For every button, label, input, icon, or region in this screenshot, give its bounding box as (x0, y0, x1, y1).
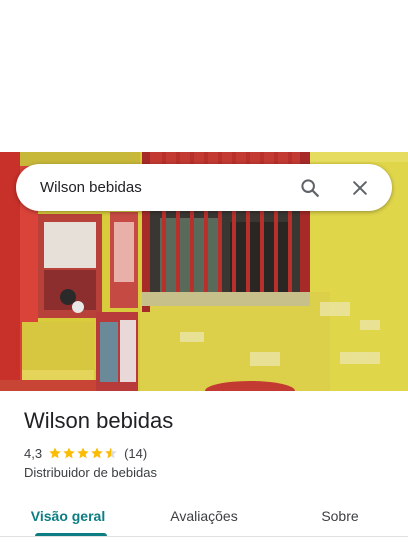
star-icon (77, 447, 89, 459)
tab-about-label: Sobre (321, 508, 359, 524)
search-icon[interactable] (290, 168, 330, 208)
map-blank-area (0, 0, 408, 152)
rating-stars (48, 446, 118, 460)
search-input[interactable] (16, 164, 290, 211)
half-star-icon (105, 447, 117, 459)
tab-reviews[interactable]: Avaliações (136, 496, 272, 536)
rating-row[interactable]: 4,3 (14) (24, 444, 147, 462)
search-bar[interactable] (16, 164, 392, 211)
close-icon[interactable] (340, 168, 380, 208)
tab-reviews-label: Avaliações (170, 508, 238, 524)
place-category[interactable]: Distribuidor de bebidas (24, 465, 157, 480)
star-icon (49, 447, 61, 459)
tab-about[interactable]: Sobre (272, 496, 408, 536)
tab-overview-label: Visão geral (30, 508, 106, 524)
tabs-divider (0, 536, 408, 537)
place-title: Wilson bebidas (24, 408, 174, 433)
tab-bar: Visão geral Avaliações Sobre (0, 496, 408, 536)
reviews-count[interactable]: (14) (124, 446, 147, 461)
star-icon (91, 447, 103, 459)
star-icon (63, 447, 75, 459)
rating-value: 4,3 (24, 445, 43, 461)
tab-overview[interactable]: Visão geral (0, 496, 136, 536)
